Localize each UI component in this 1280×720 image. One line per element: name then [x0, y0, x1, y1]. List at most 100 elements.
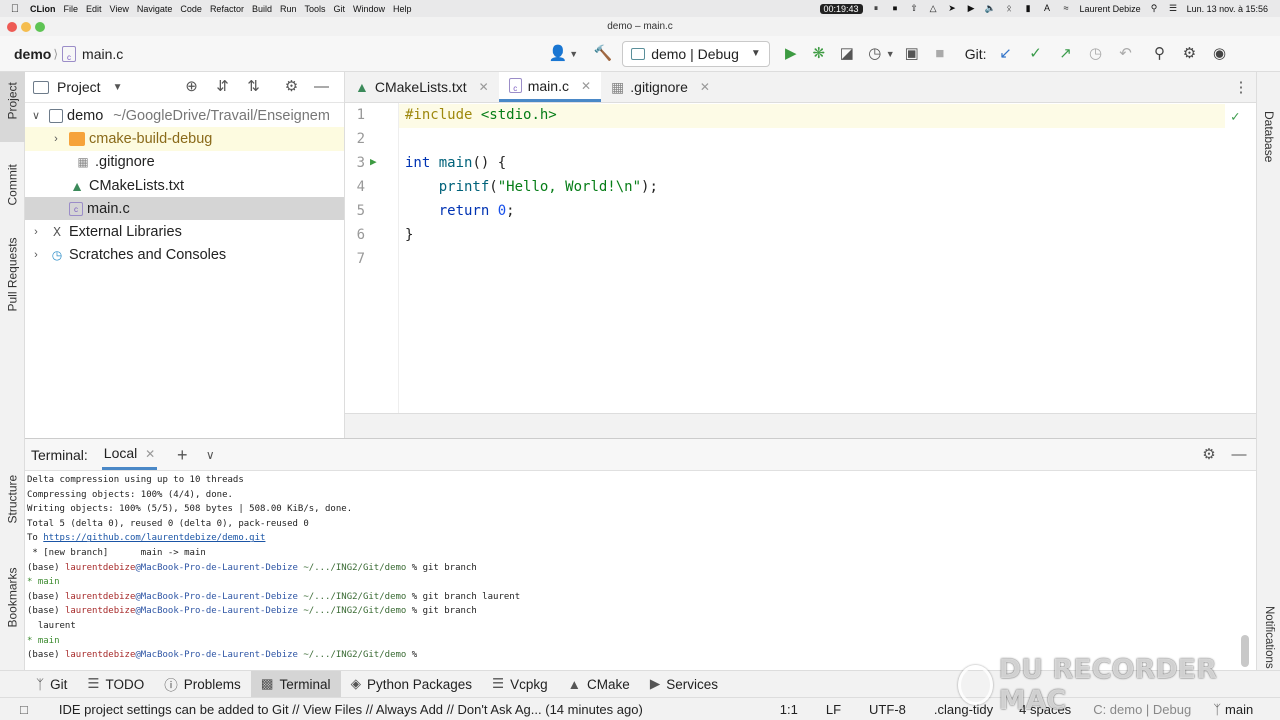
chevron-down-icon[interactable]: ▼ [113, 82, 123, 93]
status-message[interactable]: IDE project settings can be added to Git… [39, 702, 654, 717]
close-tab-icon[interactable]: ✕ [581, 79, 591, 93]
menu-help[interactable]: Help [393, 4, 420, 14]
battery-icon[interactable]: ▮ [1023, 4, 1034, 13]
menubar-user[interactable]: Laurent Debize [1080, 4, 1141, 14]
search-icon[interactable]: ⚲ [1149, 43, 1171, 65]
more-icon[interactable]: ⋮ [1226, 72, 1256, 102]
terminal-tab-local[interactable]: Local ✕ [101, 439, 158, 470]
menu-code[interactable]: Code [180, 4, 210, 14]
pause-icon[interactable]: ⏸ [871, 4, 882, 13]
nav-icon[interactable]: ➤ [947, 4, 958, 13]
tree-item-cmakelists[interactable]: ▲ CMakeLists.txt [25, 174, 344, 197]
menu-build[interactable]: Build [252, 4, 280, 14]
search-icon[interactable]: ⚲ [1149, 4, 1160, 13]
keyboard-icon[interactable]: A [1042, 4, 1053, 13]
zoom-window-button[interactable] [35, 22, 45, 32]
menu-refactor[interactable]: Refactor [210, 4, 252, 14]
settings-gear-icon[interactable]: ⚙ [1198, 444, 1220, 466]
git-push-icon[interactable]: ↗ [1055, 43, 1077, 65]
terminal-output[interactable]: Delta compression using up to 10 threads… [27, 473, 520, 663]
terminal-link[interactable]: https://github.com/laurentdebize/demo.gi… [43, 533, 265, 543]
coverage-icon[interactable]: ◪ [836, 43, 858, 65]
recording-timer[interactable]: 00:19:43 [819, 3, 863, 14]
control-center-icon[interactable]: ☰ [1168, 4, 1179, 13]
menubar-datetime[interactable]: Lun. 13 nov. à 15:56 [1187, 4, 1268, 14]
run-gutter-icon[interactable]: ▶ [370, 155, 377, 168]
tool-window-git[interactable]: ᛉ Git [26, 671, 77, 698]
tool-window-cmake[interactable]: ▲ CMake [558, 671, 640, 698]
menu-file[interactable]: File [64, 4, 87, 14]
menu-window[interactable]: Window [353, 4, 393, 14]
attach-icon[interactable]: ▣ [901, 43, 923, 65]
tree-item-main-c[interactable]: c main.c [25, 197, 344, 221]
tool-tab-pull-requests[interactable]: Pull Requests [0, 237, 25, 352]
profile-icon[interactable]: ◷ [864, 43, 886, 65]
menu-view[interactable]: View [110, 4, 137, 14]
run-config-select[interactable]: demo | Debug ▼ [622, 40, 770, 67]
breadcrumb-project[interactable]: demo [14, 46, 51, 62]
collapse-all-icon[interactable]: ⇅ [242, 76, 264, 98]
project-panel-title[interactable]: Project [57, 79, 101, 95]
terminal-scrollbar[interactable] [1241, 635, 1249, 667]
code-area[interactable]: 1 2 3 4 5 6 7 ▶ #include <stdio.h> int m… [345, 103, 1256, 413]
debug-bug-icon[interactable]: ❋ [808, 43, 830, 65]
close-tab-icon[interactable]: ✕ [479, 80, 489, 94]
tool-window-problems[interactable]: ⓘ Problems [154, 671, 251, 698]
warning-icon[interactable]: △ [928, 4, 939, 13]
volume-icon[interactable]: 🔈 [985, 4, 996, 13]
menu-run[interactable]: Run [280, 4, 305, 14]
tree-item-demo[interactable]: ∨ demo ~/GoogleDrive/Travail/Enseignem [25, 104, 344, 127]
chevron-right-icon[interactable]: › [49, 133, 63, 145]
indent-setting[interactable]: 4 spaces [1008, 702, 1082, 717]
git-branch-name[interactable]: main [1225, 702, 1263, 717]
wifi-icon[interactable]: ≈ [1061, 4, 1072, 13]
settings-gear-icon[interactable]: ⚙ [1179, 43, 1201, 65]
tool-tab-commit[interactable]: Commit [0, 158, 25, 228]
tool-window-terminal[interactable]: ▩ Terminal [250, 670, 341, 698]
jetbrains-logo-icon[interactable]: ◉ [1209, 43, 1231, 65]
play-icon[interactable]: ▶ [966, 4, 977, 13]
hide-panel-icon[interactable]: — [1228, 444, 1250, 466]
user-icon[interactable]: 👤 [547, 43, 569, 65]
hide-panel-icon[interactable]: — [310, 76, 332, 98]
tool-window-vcpkg[interactable]: ☰ Vcpkg [482, 671, 558, 698]
close-tab-icon[interactable]: ✕ [700, 80, 710, 94]
chevron-down-icon[interactable]: ∨ [29, 109, 43, 122]
stop-run-icon[interactable]: ■ [929, 43, 951, 65]
run-icon[interactable]: ▶ [780, 43, 802, 65]
file-encoding[interactable]: UTF-8 [858, 702, 917, 717]
menu-tools[interactable]: Tools [304, 4, 333, 14]
tool-tab-bookmarks[interactable]: Bookmarks [0, 567, 25, 662]
bluetooth-icon[interactable]: ᛟ [1004, 4, 1015, 13]
chevron-down-icon[interactable]: ▼ [886, 49, 895, 59]
chevron-down-icon[interactable]: ▼ [569, 49, 578, 59]
expand-all-icon[interactable]: ⇵ [211, 76, 233, 98]
tree-item-external-libraries[interactable]: › Ⅹ External Libraries [25, 220, 344, 243]
close-window-button[interactable] [7, 22, 17, 32]
tree-item-scratches[interactable]: › ◷ Scratches and Consoles [25, 244, 344, 267]
tree-item-cmake-build-debug[interactable]: › cmake-build-debug [25, 127, 344, 151]
tool-tab-notifications[interactable]: Notifications [1257, 572, 1280, 669]
line-separator[interactable]: LF [815, 702, 852, 717]
history-icon[interactable]: ◷ [1085, 43, 1107, 65]
tool-window-services[interactable]: ▶ Services [640, 671, 728, 698]
menu-app[interactable]: CLion [30, 4, 64, 14]
tool-tab-project[interactable]: Project [0, 72, 25, 142]
apple-icon[interactable]:  [0, 3, 30, 15]
status-panel-toggle-icon[interactable]: □ [0, 702, 39, 717]
rollback-icon[interactable]: ↶ [1115, 43, 1137, 65]
locate-icon[interactable]: ⊕ [180, 76, 202, 98]
chevron-right-icon[interactable]: › [29, 249, 43, 261]
menu-git[interactable]: Git [334, 4, 354, 14]
add-tab-icon[interactable]: + [171, 444, 193, 466]
tool-tab-structure[interactable]: Structure [0, 472, 25, 552]
menu-navigate[interactable]: Navigate [137, 4, 181, 14]
git-update-icon[interactable]: ↙ [995, 43, 1017, 65]
close-tab-icon[interactable]: ✕ [145, 447, 155, 461]
build-hammer-icon[interactable]: 🔨 [592, 43, 614, 65]
breadcrumb-file[interactable]: main.c [82, 46, 123, 62]
tree-item-gitignore[interactable]: ▦ .gitignore [25, 151, 344, 174]
menu-edit[interactable]: Edit [86, 4, 110, 14]
stop-icon[interactable]: ⏹ [890, 4, 901, 13]
chevron-right-icon[interactable]: › [29, 226, 43, 238]
